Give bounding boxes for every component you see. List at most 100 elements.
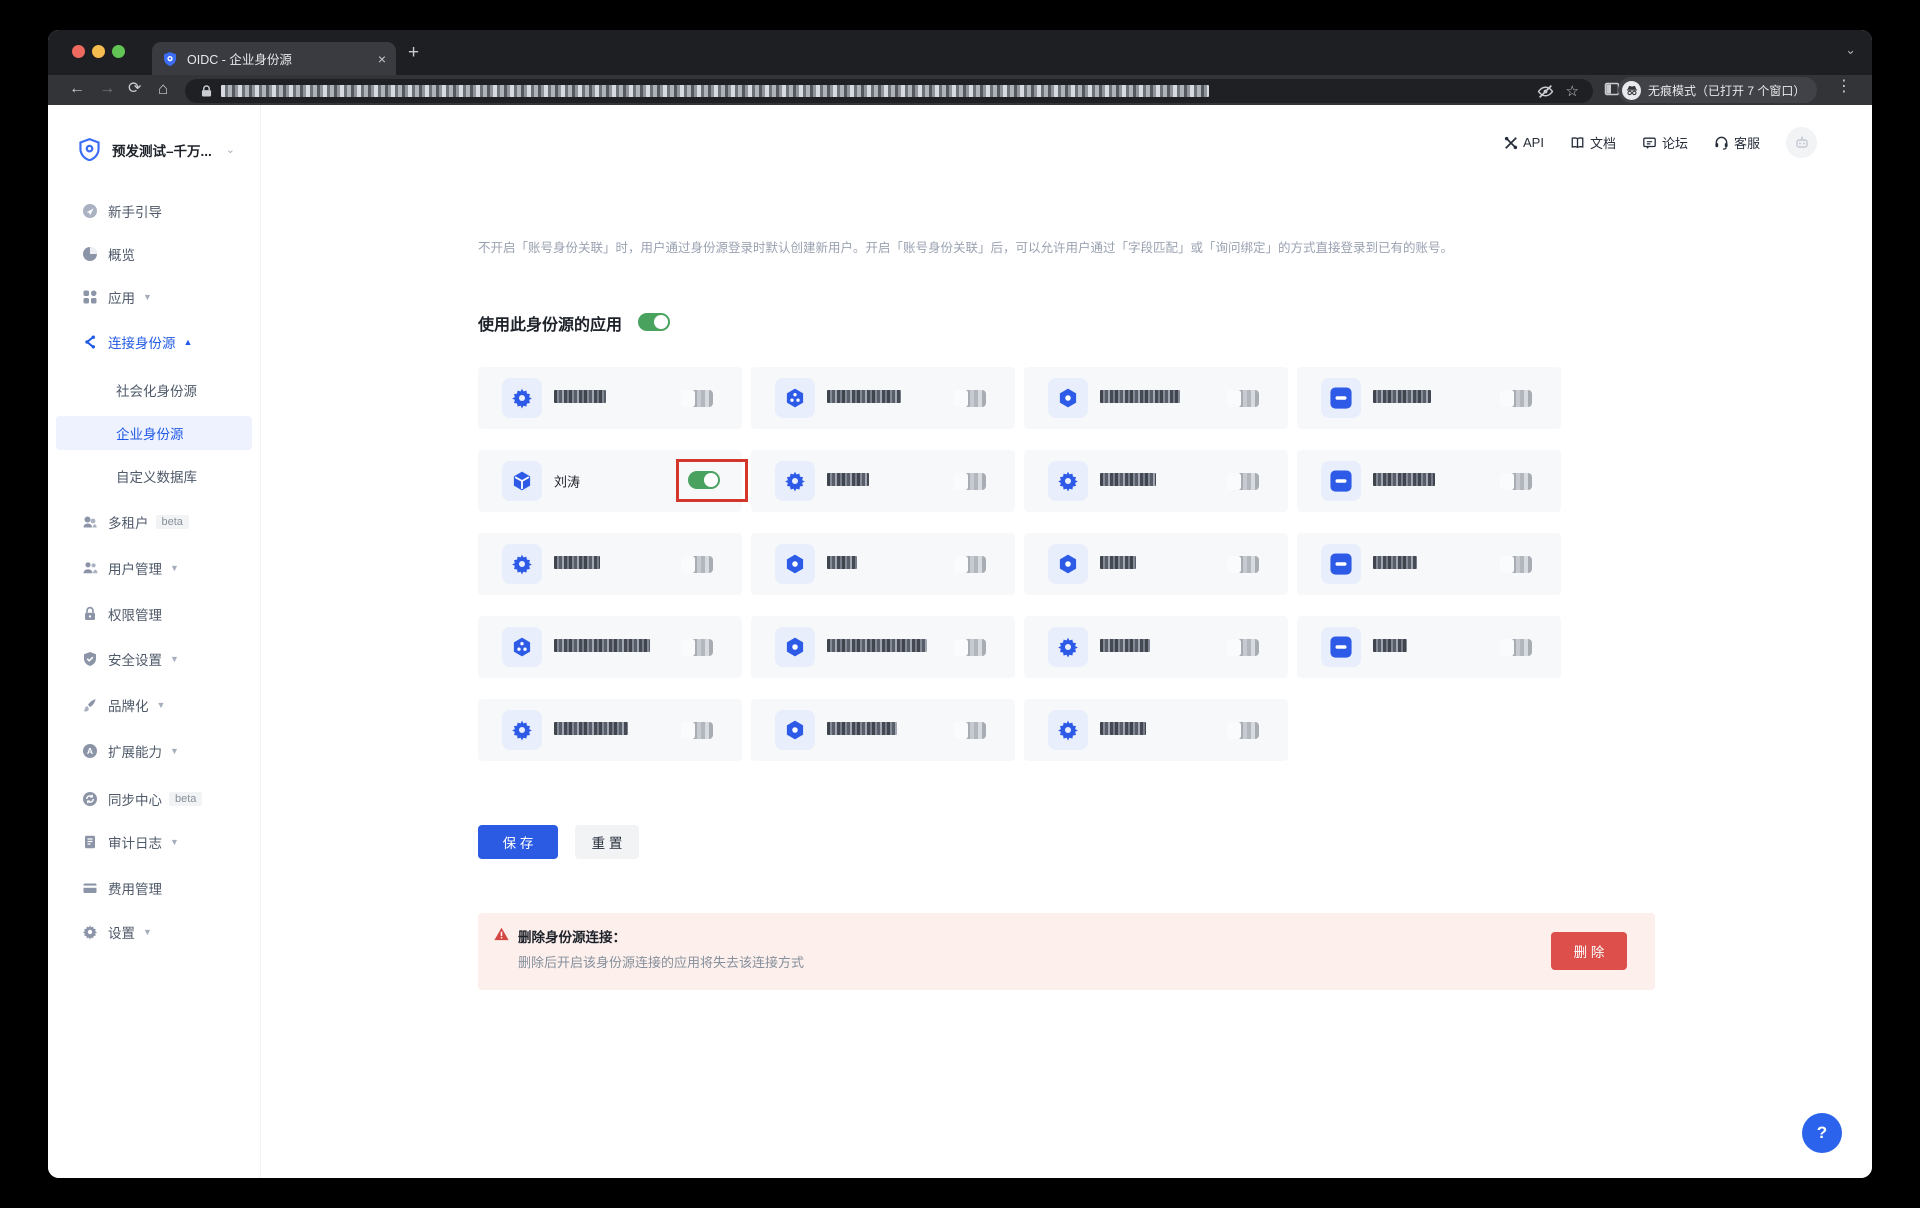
section-title: 使用此身份源的应用 — [478, 311, 622, 335]
app-card — [1297, 533, 1561, 595]
tenant-selector[interactable]: 预发测试–千万... ⌄ — [78, 138, 235, 161]
app-toggle-off-redacted[interactable] — [681, 639, 713, 656]
sidebar-item-label: 应用 — [108, 287, 135, 307]
sidebar-item-overview[interactable]: 概览 — [48, 237, 260, 271]
svg-text:A: A — [87, 746, 93, 756]
app-toggle-off-redacted[interactable] — [954, 639, 986, 656]
url-text-redacted — [221, 85, 1209, 97]
back-button[interactable]: ← — [69, 81, 85, 97]
tenant-chevron-down-icon: ⌄ — [226, 143, 235, 156]
save-button[interactable]: 保 存 — [478, 825, 558, 859]
app-toggle-off-redacted[interactable] — [954, 556, 986, 573]
tab-search-chevron-icon[interactable]: ⌄ — [1845, 42, 1856, 58]
beta-badge: beta — [156, 515, 189, 529]
new-tab-button[interactable]: + — [408, 43, 419, 62]
header-link-forum[interactable]: 论坛 — [1642, 133, 1688, 152]
sidebar-item-label: 权限管理 — [108, 604, 162, 624]
sidebar-item-security[interactable]: 安全设置▼ — [48, 642, 260, 676]
sidebar-item-label: 概览 — [108, 244, 135, 264]
app-toggle-off-redacted[interactable] — [1500, 639, 1532, 656]
app-toggle-off-redacted[interactable] — [954, 390, 986, 407]
sidebar-item-branding[interactable]: 品牌化▼ — [48, 688, 260, 722]
sidebar-item-perm-mgmt[interactable]: 权限管理 — [48, 597, 260, 631]
app-toggle-off-redacted[interactable] — [1227, 722, 1259, 739]
avatar[interactable] — [1786, 127, 1817, 158]
delete-button[interactable]: 删 除 — [1551, 932, 1627, 970]
bookmark-star-icon[interactable]: ☆ — [1566, 82, 1579, 100]
app-card — [751, 616, 1015, 678]
sidebar-item-sync-center[interactable]: 同步中心beta — [48, 782, 260, 816]
sidebar-item-custom-db[interactable]: 自定义数据库 — [48, 459, 260, 493]
sidebar-item-settings[interactable]: 设置▼ — [48, 915, 260, 949]
sidebar-item-connect-idp[interactable]: 连接身份源▲ — [48, 325, 260, 359]
reload-button[interactable]: ⟳ — [128, 81, 141, 97]
app-card — [478, 533, 742, 595]
reset-button[interactable]: 重 置 — [575, 825, 639, 859]
browser-tab[interactable]: OIDC - 企业身份源 × — [152, 42, 396, 75]
header-links: API 文档 论坛 — [1504, 127, 1817, 158]
app-toggle-off-redacted[interactable] — [1227, 556, 1259, 573]
eye-slash-icon[interactable] — [1537, 83, 1554, 100]
home-button[interactable]: ⌂ — [158, 80, 168, 97]
app-name-redacted — [1100, 639, 1150, 655]
app-toggle-off-redacted[interactable] — [954, 473, 986, 490]
help-button[interactable]: ? — [1802, 1113, 1842, 1153]
app-toggle-off-redacted[interactable] — [1500, 473, 1532, 490]
chevron-down-icon: ▼ — [170, 837, 179, 847]
forward-button[interactable]: → — [99, 81, 115, 97]
window-close-button[interactable] — [72, 45, 85, 58]
headset-icon — [1714, 135, 1729, 150]
tenant-name: 预发测试–千万... — [112, 140, 212, 160]
sidebar-item-guide[interactable]: 新手引导 — [48, 194, 260, 228]
app-toggle-off-redacted[interactable] — [1227, 473, 1259, 490]
header-link-api[interactable]: API — [1504, 135, 1544, 150]
app-card — [478, 699, 742, 761]
app-name: 刘涛 — [554, 472, 580, 491]
app-toggle-off-redacted[interactable] — [954, 722, 986, 739]
app-card — [751, 450, 1015, 512]
header-link-docs[interactable]: 文档 — [1570, 133, 1616, 152]
app-toggle-off-redacted[interactable] — [681, 556, 713, 573]
app-toggle-off-redacted[interactable] — [1500, 390, 1532, 407]
header-link-support[interactable]: 客服 — [1714, 133, 1760, 152]
sidebar-item-apps[interactable]: 应用▼ — [48, 280, 260, 314]
chevron-down-icon: ▼ — [170, 563, 179, 573]
app-name-redacted — [554, 639, 650, 655]
incognito-badge[interactable]: 无痕模式（已打开 7 个窗口） — [1618, 77, 1817, 103]
app-toggle-off-redacted[interactable] — [1500, 556, 1532, 573]
tab-close-icon[interactable]: × — [378, 51, 386, 67]
sidebar-item-multi-tenant[interactable]: 多租户beta — [48, 505, 260, 539]
address-bar[interactable]: ☆ — [185, 79, 1593, 103]
danger-title: 删除身份源连接： — [518, 926, 626, 946]
app-name-redacted — [1100, 390, 1180, 406]
app-icon — [775, 461, 815, 501]
app-toggle-off-redacted[interactable] — [1227, 390, 1259, 407]
sidebar-item-billing[interactable]: 费用管理 — [48, 871, 260, 905]
sidebar-item-label: 自定义数据库 — [116, 466, 197, 486]
app-toggle-off-redacted[interactable] — [1227, 639, 1259, 656]
pie-icon — [82, 246, 98, 262]
window-zoom-button[interactable] — [112, 45, 125, 58]
app-card — [751, 699, 1015, 761]
users-icon — [82, 560, 98, 576]
app-name-redacted — [1373, 390, 1431, 406]
section-master-toggle[interactable] — [638, 313, 670, 331]
app-toggle-off-redacted[interactable] — [681, 722, 713, 739]
app-name-redacted — [827, 390, 901, 406]
api-tools-icon — [1504, 136, 1518, 150]
app-icon — [775, 378, 815, 418]
window-minimize-button[interactable] — [92, 45, 105, 58]
sidebar-item-audit-log[interactable]: 审计日志▼ — [48, 825, 260, 859]
sidebar-item-user-mgmt[interactable]: 用户管理▼ — [48, 551, 260, 585]
app-name-redacted — [1100, 556, 1136, 572]
sidebar-item-enterprise-idp[interactable]: 企业身份源 — [56, 416, 252, 450]
app-card — [1297, 367, 1561, 429]
account-link-description: 不开启「账号身份关联」时，用户通过身份源登录时默认创建新用户。开启「账号身份关联… — [478, 237, 1453, 256]
sidebar-item-label: 设置 — [108, 922, 135, 942]
app-name-redacted — [1100, 722, 1146, 738]
browser-menu-icon[interactable]: ⋮ — [1836, 79, 1852, 95]
sidebar-item-social-idp[interactable]: 社会化身份源 — [48, 373, 260, 407]
incognito-icon — [1622, 81, 1641, 100]
app-toggle-off-redacted[interactable] — [681, 390, 713, 407]
sidebar-item-extension[interactable]: A扩展能力▼ — [48, 734, 260, 768]
